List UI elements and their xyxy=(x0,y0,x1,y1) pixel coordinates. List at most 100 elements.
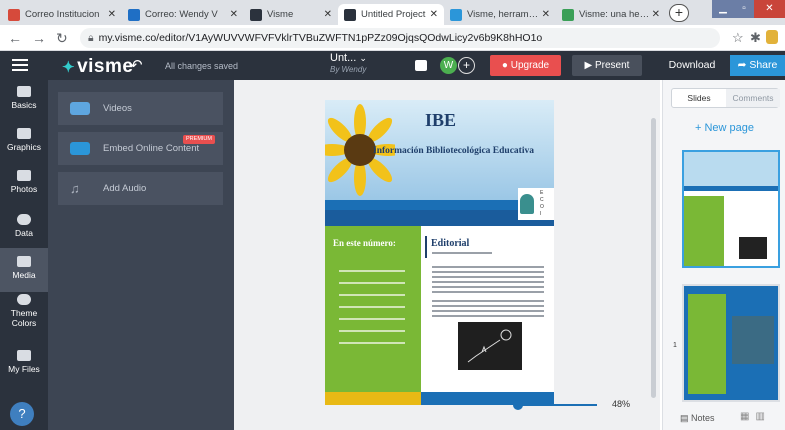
forward-icon[interactable]: → xyxy=(32,29,46,47)
slides-panel: Slides Comments + New page 1 xyxy=(662,80,785,430)
share-arrow-icon: ➦ xyxy=(737,59,750,71)
notes-button[interactable]: ▤ Notes xyxy=(680,413,715,424)
browser-tab-untitled-project[interactable]: Untitled Project ✕ xyxy=(338,4,444,25)
lock-icon: 🔒︎ xyxy=(88,32,94,44)
text-line xyxy=(432,291,544,293)
folder-icon xyxy=(17,350,31,361)
sidebar-item-data[interactable]: Data xyxy=(0,214,48,248)
slide-thumbnail-2[interactable] xyxy=(682,284,780,402)
sidebar-item-my-files[interactable]: My Files xyxy=(0,350,48,384)
browser-tab-visme-herramienta[interactable]: Visme, herramien ✕ xyxy=(444,4,556,25)
text-line xyxy=(432,310,544,312)
text-line xyxy=(432,271,544,273)
visme-star-icon: ✦ xyxy=(62,59,76,76)
visme-icon xyxy=(344,8,356,21)
list-view-icon[interactable]: ▥ xyxy=(755,411,770,422)
back-icon[interactable]: ← xyxy=(8,29,22,47)
close-tab-icon[interactable]: ✕ xyxy=(650,9,660,20)
minimize-icon[interactable]: ▁ xyxy=(712,0,734,18)
url-field[interactable]: 🔒︎ my.visme.co/editor/V1AyWUVVWFVFVklrTVB… xyxy=(80,28,720,48)
slides-panel-tabs: Slides Comments xyxy=(671,88,780,108)
close-tab-icon[interactable]: ✕ xyxy=(322,9,332,20)
profile-icon[interactable] xyxy=(766,30,778,44)
media-panel: Videos Embed Online Content PREMIUM ♫ Add … xyxy=(48,80,234,430)
browser-tab-visme[interactable]: Visme ✕ xyxy=(244,4,338,25)
canvas-scrollbar[interactable] xyxy=(651,118,656,398)
grid-view-icon[interactable]: ▦ xyxy=(740,411,755,422)
video-icon xyxy=(70,102,90,115)
upgrade-button[interactable]: ● Upgrade xyxy=(490,55,561,76)
avatar[interactable]: W xyxy=(440,57,457,74)
chalkboard-image xyxy=(458,322,522,370)
slide-thumbnail-1[interactable] xyxy=(682,150,780,268)
newsletter-subtitle: Información Bibliotecológica Educativa xyxy=(373,146,534,156)
zoom-slider-handle[interactable] xyxy=(513,400,523,410)
share-button[interactable]: ➦ Share xyxy=(730,55,785,76)
sidebar-item-basics[interactable]: Basics xyxy=(0,86,48,120)
download-button[interactable]: Download xyxy=(660,55,724,76)
graphics-icon xyxy=(17,128,31,139)
browser-tab-visme-una-herramienta[interactable]: Visme: una herra ✕ xyxy=(556,4,666,25)
close-tab-icon[interactable]: ✕ xyxy=(540,9,550,20)
document-page[interactable]: IBE Información Bibliotecológica Educati… xyxy=(325,100,554,405)
toc-line xyxy=(339,282,405,284)
undo-icon[interactable]: ↶ xyxy=(130,56,143,74)
invite-collaborator-button[interactable]: + xyxy=(458,57,475,74)
sidebar-item-theme-colors[interactable]: Theme Colors xyxy=(0,294,48,338)
browser-tab-bar: Correo Institucion ✕ Correo: Wendy V ✕ Vis… xyxy=(0,0,785,25)
text-line xyxy=(432,266,544,268)
toc-line xyxy=(339,318,405,320)
thumb-stripe xyxy=(684,186,778,191)
menu-icon[interactable] xyxy=(12,59,28,72)
page-icon xyxy=(450,8,462,21)
slide-number: 1 xyxy=(673,342,677,349)
present-button[interactable]: ▶ Present xyxy=(572,55,642,76)
zoom-level: 48% xyxy=(612,399,631,409)
pie-chart-icon xyxy=(17,214,31,225)
bookmark-star-icon[interactable]: ☆ xyxy=(732,30,744,46)
close-tab-icon[interactable]: ✕ xyxy=(106,9,116,20)
visme-logo[interactable]: ✦ visme xyxy=(62,56,133,78)
toc-line xyxy=(339,294,405,296)
browser-tab-correo-wendy[interactable]: Correo: Wendy V ✕ xyxy=(122,4,244,25)
new-tab-button[interactable]: + xyxy=(669,4,689,22)
page-icon xyxy=(562,8,574,21)
close-window-icon[interactable]: ✕ xyxy=(754,0,785,18)
thumb-green-column xyxy=(688,294,726,394)
view-toggle[interactable]: ▦▥ xyxy=(740,411,771,422)
tab-comments[interactable]: Comments xyxy=(726,89,780,107)
reload-icon[interactable]: ↻ xyxy=(56,29,68,47)
project-title[interactable]: Unt... ⌄ By Wendy xyxy=(330,53,367,75)
help-button[interactable]: ? xyxy=(10,402,34,426)
comments-icon[interactable] xyxy=(415,60,427,71)
sidebar-item-media[interactable]: Media xyxy=(0,248,48,292)
add-audio-button[interactable]: ♫ Add Audio xyxy=(58,172,223,205)
flame-icon: ● xyxy=(501,60,511,71)
text-line xyxy=(432,252,492,254)
close-tab-icon[interactable]: ✕ xyxy=(428,9,438,20)
extension-icon[interactable]: ✱ xyxy=(750,30,761,46)
text-line xyxy=(432,281,544,283)
sidebar-item-graphics[interactable]: Graphics xyxy=(0,128,48,162)
zoom-slider[interactable] xyxy=(517,404,597,406)
sidebar-item-photos[interactable]: Photos xyxy=(0,170,48,204)
embed-online-content-button[interactable]: Embed Online Content PREMIUM xyxy=(58,132,223,165)
tab-slides[interactable]: Slides xyxy=(672,89,726,107)
in-this-issue-heading: En este número: xyxy=(333,238,396,248)
close-tab-icon[interactable]: ✕ xyxy=(228,9,238,20)
videos-button[interactable]: Videos xyxy=(58,92,223,125)
visme-icon xyxy=(250,8,262,21)
photo-icon xyxy=(17,170,31,181)
toc-line xyxy=(339,270,405,272)
new-page-button[interactable]: + New page xyxy=(663,122,785,134)
toc-line xyxy=(339,342,405,344)
toc-line xyxy=(339,306,405,308)
text-line xyxy=(432,305,544,307)
browser-tab-correo-institucional[interactable]: Correo Institucion ✕ xyxy=(2,4,122,25)
thumb-chalkboard xyxy=(739,237,767,259)
code-icon xyxy=(70,142,90,155)
maximize-icon[interactable]: ▫ xyxy=(734,0,754,18)
outlook-icon xyxy=(128,8,140,21)
browser-address-bar: ← → ↻ 🔒︎ my.visme.co/editor/V1AyWUVVWFVFV… xyxy=(0,25,785,51)
thumb-photo xyxy=(732,316,774,364)
